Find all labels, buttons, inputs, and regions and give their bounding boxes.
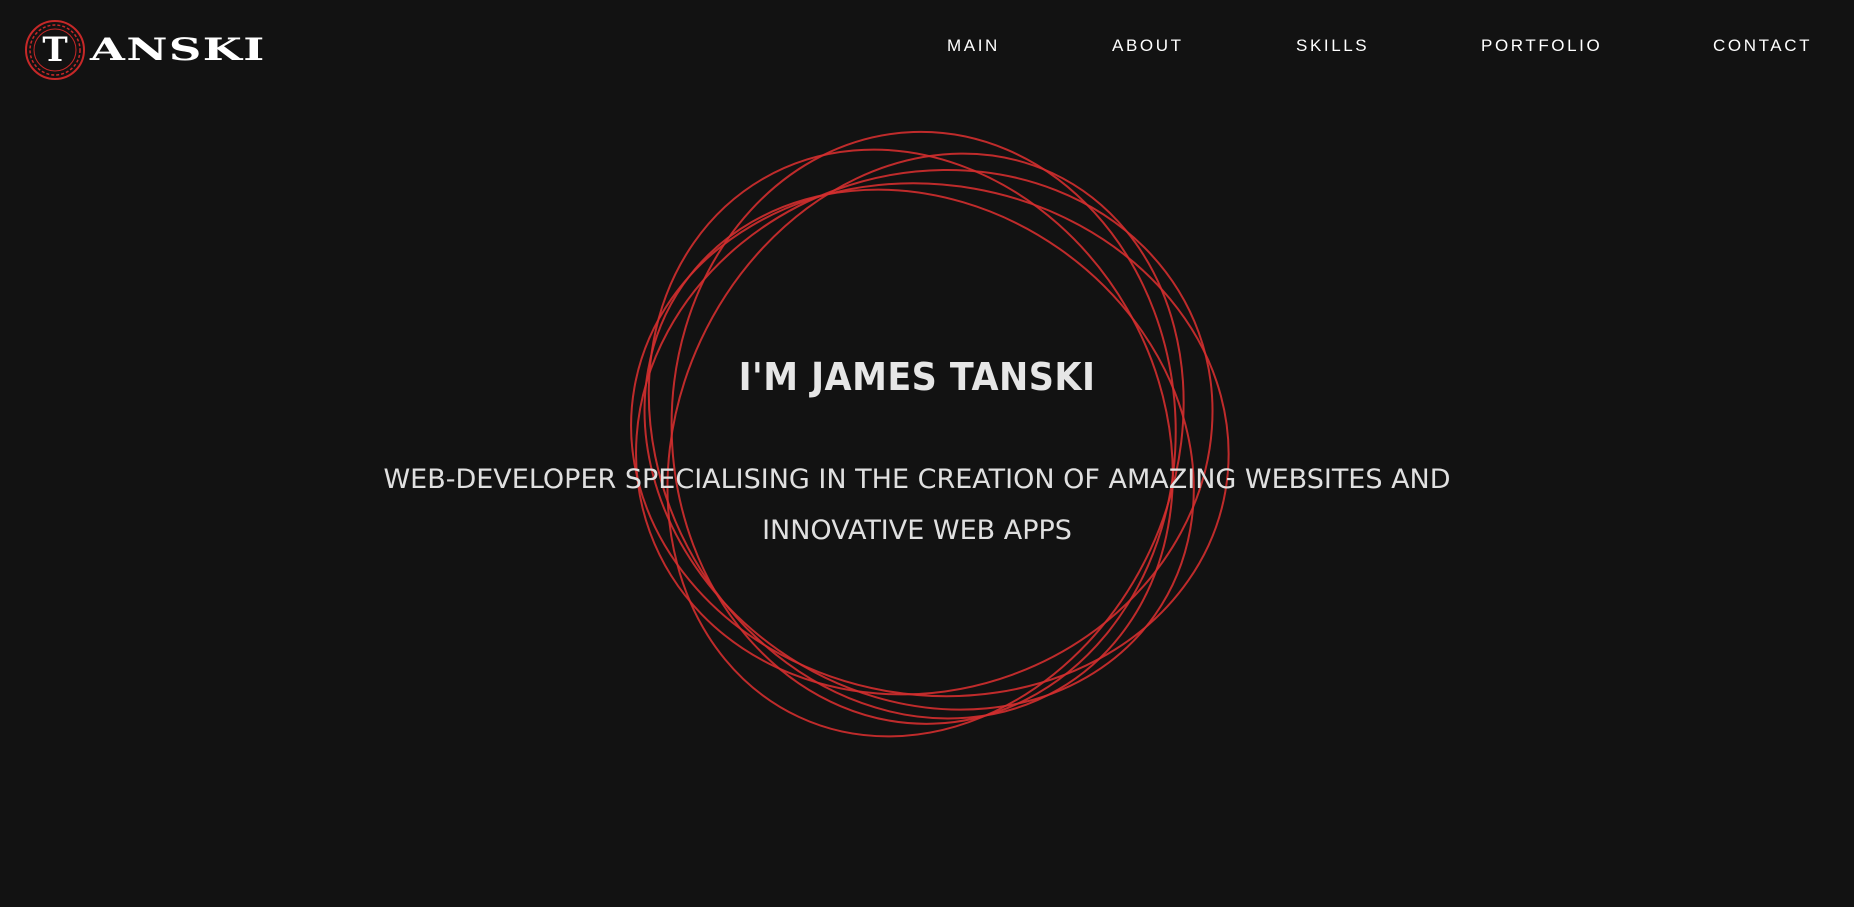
site-header: T ANSKI MAIN ABOUT SKILLS PORTFOLIO CONT… bbox=[0, 0, 1854, 92]
main-nav: MAIN ABOUT SKILLS PORTFOLIO CONTACT bbox=[0, 0, 1854, 92]
decorative-ring-3 bbox=[666, 152, 1185, 738]
decorative-ring-1 bbox=[630, 182, 1230, 698]
nav-item-about[interactable]: ABOUT bbox=[1112, 34, 1184, 58]
decorative-ring-5 bbox=[643, 188, 1195, 711]
nav-item-contact[interactable]: CONTACT bbox=[1713, 34, 1812, 58]
decorative-ring-2 bbox=[647, 148, 1174, 720]
decorative-ring-6 bbox=[670, 130, 1177, 725]
hero-subtitle: WEB-DEVELOPER SPECIALISING IN THE CREATI… bbox=[383, 464, 1451, 546]
nav-item-skills[interactable]: SKILLS bbox=[1296, 34, 1369, 58]
nav-item-main[interactable]: MAIN bbox=[947, 34, 1000, 58]
nav-item-portfolio[interactable]: PORTFOLIO bbox=[1481, 34, 1602, 58]
decorative-ring-4 bbox=[635, 168, 1214, 696]
hero-title: I'M JAMES TANSKI bbox=[738, 355, 1096, 400]
decorative-rings-graphic bbox=[630, 130, 1230, 738]
rings-group bbox=[630, 130, 1230, 738]
